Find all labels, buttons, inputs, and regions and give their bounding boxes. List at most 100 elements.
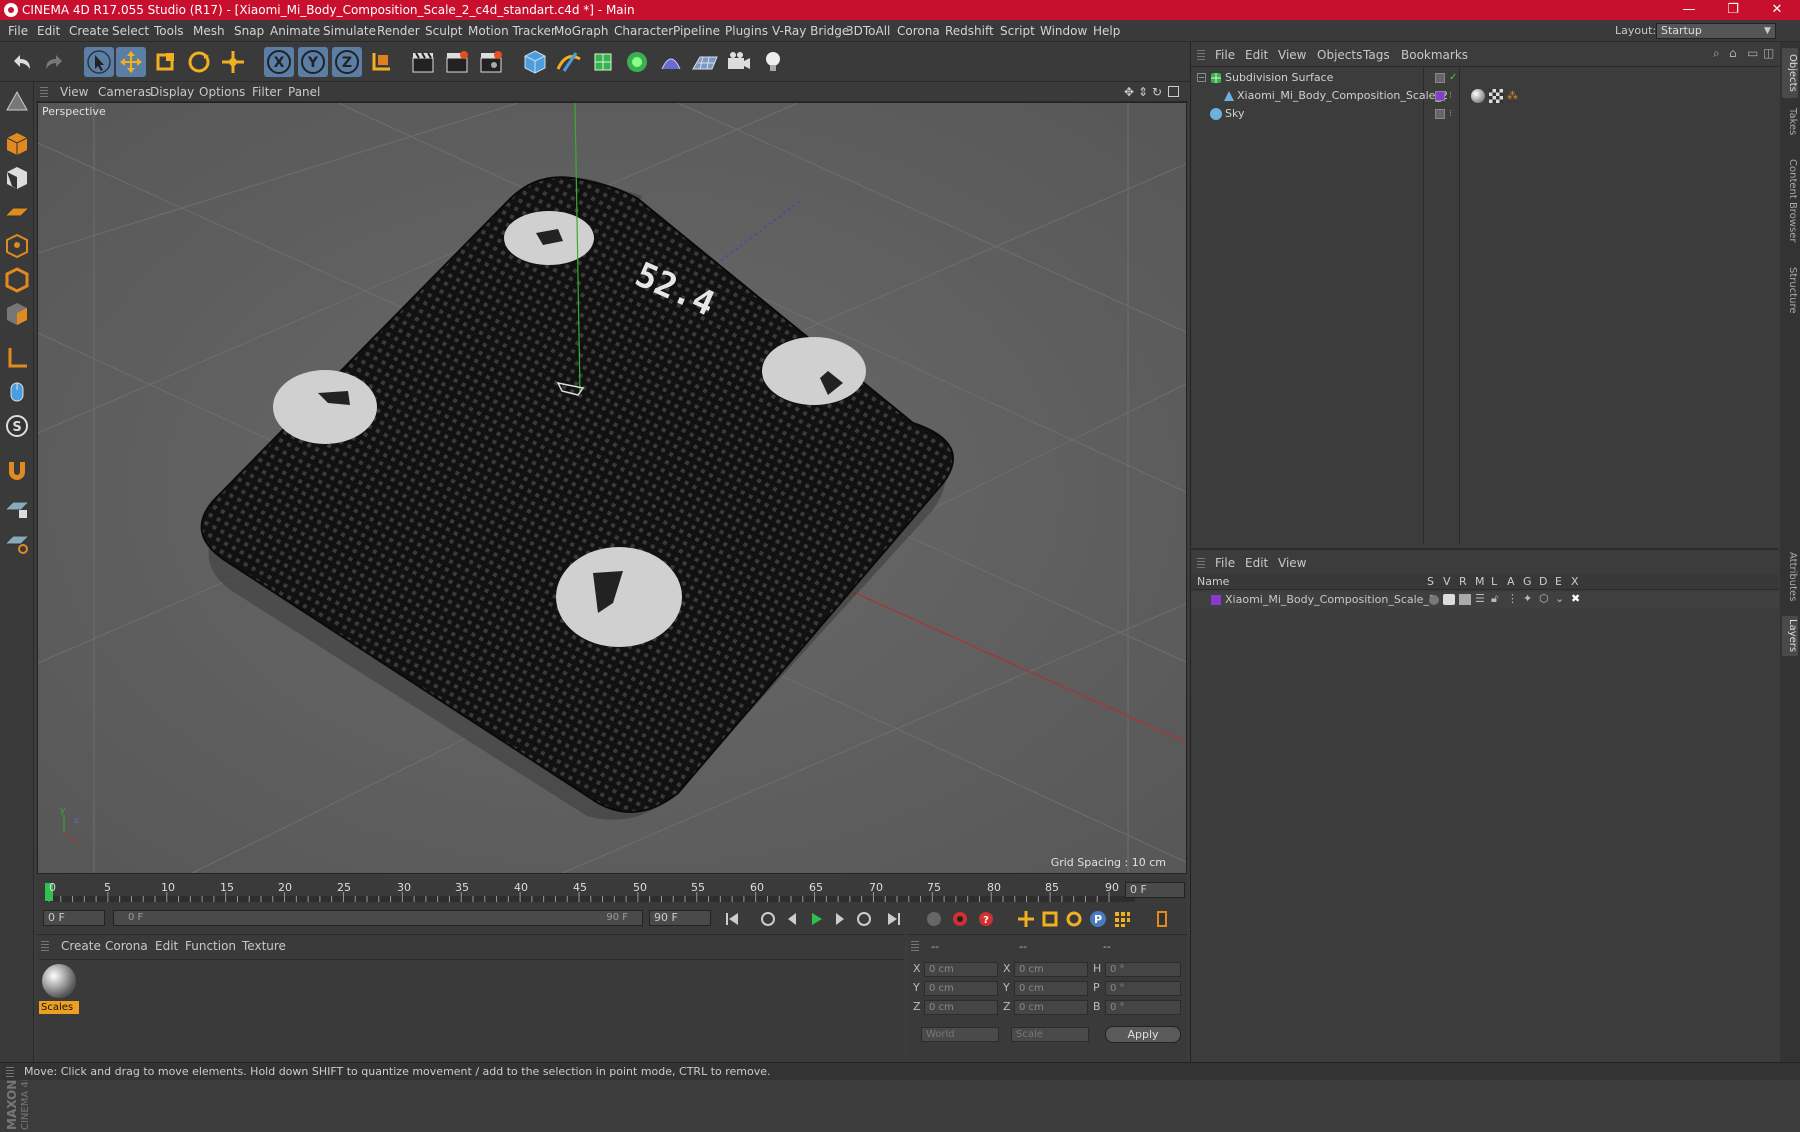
- tweak-mode-button[interactable]: [3, 378, 31, 406]
- tab-content-browser[interactable]: Content Browser: [1782, 146, 1798, 256]
- menu-mograph[interactable]: MoGraph: [554, 20, 609, 42]
- col-name[interactable]: Name: [1197, 575, 1229, 588]
- edges-mode-button[interactable]: [3, 266, 31, 294]
- size-y-field[interactable]: 0 cm: [1014, 981, 1088, 996]
- y-axis-lock-button[interactable]: Y: [298, 47, 328, 77]
- viewport-menu-filter[interactable]: Filter: [252, 82, 282, 102]
- menu-snap[interactable]: Snap: [234, 20, 264, 42]
- rot-h-field[interactable]: 0 °: [1105, 962, 1181, 977]
- layer-color-swatch[interactable]: [1211, 595, 1221, 605]
- objects-menu-bookmarks[interactable]: Bookmarks: [1401, 48, 1468, 62]
- xref-icon[interactable]: ✖︎: [1571, 592, 1580, 605]
- snap-button[interactable]: S: [3, 412, 31, 440]
- home-icon[interactable]: ⌂: [1729, 46, 1737, 60]
- col-locked[interactable]: L: [1491, 575, 1497, 588]
- points-mode-button[interactable]: [3, 232, 31, 260]
- add-spline-button[interactable]: [554, 47, 584, 77]
- viewport-menu-display[interactable]: Display: [150, 82, 194, 102]
- layer-row[interactable]: Xiaomi_Mi_Body_Composition_Scale_2 ☰ 🔓︎ …: [1191, 592, 1779, 608]
- eye-visibility-icon[interactable]: [1443, 594, 1455, 605]
- col-render[interactable]: R: [1459, 575, 1467, 588]
- coordinate-system-button[interactable]: [366, 47, 396, 77]
- key-pla-button[interactable]: [1111, 908, 1133, 930]
- col-xref[interactable]: X: [1571, 575, 1579, 588]
- col-solo[interactable]: S: [1427, 575, 1434, 588]
- autokey-button[interactable]: ?: [975, 908, 997, 930]
- col-deformers[interactable]: D: [1539, 575, 1547, 588]
- menu-3dtoall[interactable]: 3DToAll: [846, 20, 890, 42]
- model-mode-button[interactable]: [3, 130, 31, 158]
- objects-menu-edit[interactable]: Edit: [1245, 48, 1268, 62]
- deformer-icon[interactable]: ⬡: [1539, 592, 1549, 605]
- search-icon[interactable]: ⌕: [1713, 46, 1720, 61]
- viewport-maximize-icon[interactable]: [1168, 86, 1179, 97]
- goto-start-button[interactable]: [721, 908, 743, 930]
- add-generator-button[interactable]: [588, 47, 618, 77]
- undo-button[interactable]: [6, 47, 36, 77]
- layer-color-swatch[interactable]: [1435, 91, 1445, 101]
- axis-mode-button[interactable]: [3, 344, 31, 372]
- add-mograph-button[interactable]: [622, 47, 652, 77]
- perspective-viewport[interactable]: 52.4 z y Perspective Grid Spacing : 10 c…: [37, 102, 1187, 874]
- layers-menu-file[interactable]: File: [1215, 556, 1235, 570]
- viewport-menu-options[interactable]: Options: [199, 82, 245, 102]
- add-deformer-button[interactable]: [656, 47, 686, 77]
- viewport-pan-icon[interactable]: ✥: [1124, 82, 1134, 102]
- col-view[interactable]: V: [1443, 575, 1451, 588]
- play-button[interactable]: [805, 908, 827, 930]
- maximize-button[interactable]: ❐: [1710, 0, 1756, 20]
- add-light-button[interactable]: [758, 47, 788, 77]
- viewport-dolly-icon[interactable]: ⇕: [1138, 82, 1148, 102]
- menu-script[interactable]: Script: [1000, 20, 1035, 42]
- menu-select[interactable]: Select: [112, 20, 149, 42]
- rotate-tool-button[interactable]: [184, 47, 214, 77]
- render-picture-viewer-button[interactable]: [442, 47, 472, 77]
- menu-simulate[interactable]: Simulate: [323, 20, 376, 42]
- frame-range-slider[interactable]: 0 F 90 F: [113, 910, 643, 926]
- material-swatch-scales[interactable]: Scales: [39, 961, 79, 1015]
- workplane-mode-button[interactable]: [3, 198, 31, 226]
- move-tool-button[interactable]: [116, 47, 146, 77]
- lock-workplane-button[interactable]: [3, 494, 31, 522]
- menu-edit[interactable]: Edit: [37, 20, 60, 42]
- menu-motion-tracker[interactable]: Motion Tracker: [468, 20, 556, 42]
- key-scale-button[interactable]: [1039, 908, 1061, 930]
- current-frame-field[interactable]: 0 F: [1125, 882, 1185, 898]
- menu-character[interactable]: Character: [614, 20, 673, 42]
- material-menu-edit[interactable]: Edit: [155, 939, 178, 953]
- object-row-sky[interactable]: Sky ⁝: [1197, 105, 1777, 123]
- collapse-toggle-icon[interactable]: −: [1197, 73, 1206, 82]
- layer-name[interactable]: Xiaomi_Mi_Body_Composition_Scale_2: [1225, 593, 1436, 606]
- key-rotation-button[interactable]: [1063, 908, 1085, 930]
- objects-menu-file[interactable]: File: [1215, 48, 1235, 62]
- solo-toggle-icon[interactable]: [1429, 595, 1439, 605]
- size-x-field[interactable]: 0 cm: [1014, 962, 1088, 977]
- rot-b-field[interactable]: 0 °: [1105, 1000, 1181, 1015]
- object-row-subdivision-surface[interactable]: − Subdivision Surface ✓: [1197, 69, 1777, 87]
- menu-tools[interactable]: Tools: [154, 20, 184, 42]
- key-parameter-button[interactable]: P: [1087, 908, 1109, 930]
- render-view-button[interactable]: [408, 47, 438, 77]
- add-cube-button[interactable]: [520, 47, 550, 77]
- objects-menu-view[interactable]: View: [1278, 48, 1306, 62]
- live-selection-button[interactable]: [84, 47, 114, 77]
- size-z-field[interactable]: 0 cm: [1014, 1000, 1088, 1015]
- menu-sculpt[interactable]: Sculpt: [425, 20, 462, 42]
- timeline-window-button[interactable]: [1151, 908, 1173, 930]
- menu-pipeline[interactable]: Pipeline: [673, 20, 720, 42]
- tab-attributes[interactable]: Attributes: [1782, 542, 1798, 612]
- polygons-mode-button[interactable]: [3, 300, 31, 328]
- objects-menu-objects[interactable]: Objects: [1317, 48, 1362, 62]
- texture-mode-button[interactable]: [3, 164, 31, 192]
- material-menu-function[interactable]: Function: [185, 939, 236, 953]
- enabled-check-icon[interactable]: ✓: [1449, 69, 1457, 87]
- menu-mesh[interactable]: Mesh: [193, 20, 225, 42]
- tab-takes[interactable]: Takes: [1782, 102, 1798, 142]
- layers-menu-view[interactable]: View: [1278, 556, 1306, 570]
- manager-list-icon[interactable]: ☰: [1475, 592, 1485, 605]
- prev-frame-button[interactable]: [781, 908, 803, 930]
- next-key-button[interactable]: [853, 908, 875, 930]
- apply-button[interactable]: Apply: [1105, 1026, 1181, 1043]
- panel-float-icon[interactable]: ◫: [1763, 46, 1774, 60]
- object-row-xiaomi-scale[interactable]: Xiaomi_Mi_Body_Composition_Scale_2 ⁝ ⁂: [1197, 87, 1777, 105]
